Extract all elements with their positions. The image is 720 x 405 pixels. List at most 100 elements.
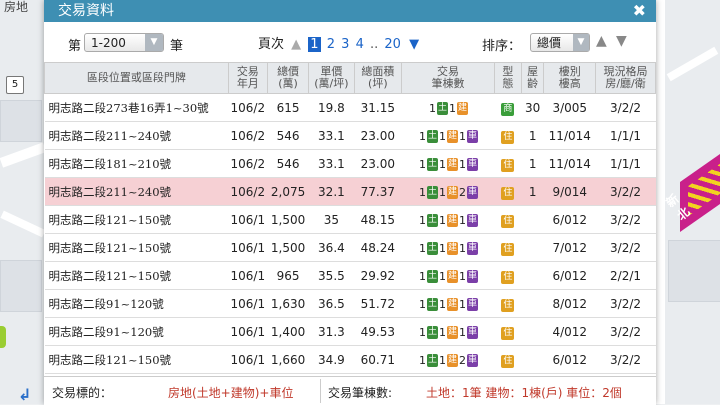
date-cell: 106/1 bbox=[228, 289, 268, 318]
parking-badge-count: 2 bbox=[459, 353, 467, 367]
back-arrow-icon[interactable]: ↲ bbox=[18, 385, 31, 404]
area-cell: 77.37 bbox=[354, 177, 402, 206]
target-label: 交易標的： bbox=[52, 386, 113, 400]
age-cell: 1 bbox=[521, 121, 544, 150]
table-row[interactable]: 明志路二段181~210號 106/2 546 33.1 23.00 1 土 1 建 1 車住 1 11… bbox=[44, 149, 656, 178]
land-badge-count: 1 bbox=[419, 353, 427, 367]
age-cell: 1 bbox=[521, 177, 544, 206]
table-row[interactable]: 明志路二段121~150號 106/1 965 35.5 29.92 1 土 1 建 1 車住 6/0… bbox=[44, 261, 656, 290]
map-block bbox=[0, 100, 42, 142]
address-cell: 明志路二段211~240號 bbox=[44, 177, 229, 206]
parking-badge-count: 1 bbox=[459, 241, 467, 255]
floor-cell: 6/012 bbox=[543, 261, 596, 290]
close-icon[interactable]: ✖ bbox=[633, 0, 646, 22]
building-badge-count: 1 bbox=[439, 157, 447, 171]
property-type-badge: 住 bbox=[501, 354, 515, 368]
layout-cell: 3/2/2 bbox=[595, 205, 656, 234]
map-marker[interactable]: 5 bbox=[6, 76, 24, 94]
page-link[interactable]: 4 bbox=[356, 37, 364, 52]
date-cell: 106/2 bbox=[228, 93, 268, 122]
column-header: 型 態 bbox=[493, 62, 522, 94]
address-cell: 明志路二段121~150號 bbox=[44, 233, 229, 262]
land-badge-count: 1 bbox=[419, 297, 427, 311]
parking-badge-icon: 車 bbox=[467, 353, 479, 367]
floor-cell: 9/014 bbox=[543, 177, 596, 206]
layout-cell: 3/2/2 bbox=[595, 345, 656, 374]
land-badge-icon: 土 bbox=[427, 269, 439, 283]
land-badge-icon: 土 bbox=[427, 185, 439, 199]
page-ellipsis: .. bbox=[369, 37, 379, 52]
age-cell: 1 bbox=[521, 149, 544, 178]
table-row[interactable]: 明志路二段91~120號 106/1 1,400 31.3 49.53 1 土 1 建 1 車住 4/… bbox=[44, 317, 656, 346]
unit-price-cell: 35.5 bbox=[308, 261, 355, 290]
table-row[interactable]: 明志路二段121~150號 106/1 1,500 36.4 48.24 1 土 1 建 1 車住 7… bbox=[44, 233, 656, 262]
building-badge-count: 1 bbox=[449, 101, 457, 115]
sort-desc-icon[interactable]: ▼ bbox=[616, 33, 627, 49]
total-price-cell: 1,500 bbox=[267, 205, 309, 234]
count-cell: 1土1建1車 bbox=[401, 121, 495, 150]
land-badge-icon: 土 bbox=[427, 129, 439, 143]
table-row[interactable]: 明志路二段211~240號 106/2 2,075 32.1 77.37 1 土 1 建 2 車住 1… bbox=[44, 177, 656, 206]
parking-badge-count: 1 bbox=[459, 213, 467, 227]
column-header: 總面積 (坪) bbox=[353, 62, 403, 94]
unit-price-cell: 33.1 bbox=[308, 149, 355, 178]
land-badge-count: 1 bbox=[419, 157, 427, 171]
map-green-marker[interactable] bbox=[0, 326, 6, 348]
parking-badge-icon: 車 bbox=[467, 129, 479, 143]
address-cell: 明志路二段121~150號 bbox=[44, 345, 229, 374]
page-current[interactable]: 1 bbox=[308, 37, 321, 52]
address-cell: 明志路二段181~210號 bbox=[44, 149, 229, 178]
land-badge-icon: 土 bbox=[437, 101, 449, 115]
sort-select[interactable]: 總價 ▼ bbox=[530, 33, 590, 52]
column-header: 總價 (萬) bbox=[266, 62, 310, 94]
property-type-badge: 住 bbox=[501, 130, 515, 144]
age-cell bbox=[521, 233, 544, 262]
sort-asc-icon[interactable]: ▲ bbox=[596, 33, 607, 49]
column-header: 單價 (萬/坪) bbox=[308, 62, 355, 94]
area-cell: 51.72 bbox=[354, 289, 402, 318]
type-cell: 商 bbox=[494, 93, 522, 122]
page-link-last[interactable]: 20 bbox=[384, 37, 401, 52]
per-page-suffix: 筆 bbox=[170, 39, 184, 54]
table-row[interactable]: 明志路二段121~150號 106/1 1,500 35 48.15 1 土 1 建 1 車住 6/0… bbox=[44, 205, 656, 234]
table-row[interactable]: 明志路二段121~150號 106/1 1,660 34.9 60.71 1 土 1 建 2 車住 6… bbox=[44, 345, 656, 374]
unit-price-cell: 33.1 bbox=[308, 121, 355, 150]
type-cell: 住 bbox=[494, 261, 522, 290]
table-row[interactable]: 明志路二段91~120號 106/1 1,630 36.5 51.72 1 土 1 建 1 車住 8/… bbox=[44, 289, 656, 318]
area-cell: 48.24 bbox=[354, 233, 402, 262]
land-badge-count: 1 bbox=[419, 129, 427, 143]
layout-cell: 1/1/1 bbox=[595, 149, 656, 178]
building-badge-icon: 建 bbox=[447, 325, 459, 339]
parking-badge-icon: 車 bbox=[467, 157, 479, 171]
building-badge-count: 1 bbox=[439, 185, 447, 199]
type-cell: 住 bbox=[494, 345, 522, 374]
count-cell: 1土1建1車 bbox=[401, 149, 495, 178]
count-cell: 1土1建2車 bbox=[401, 345, 495, 374]
total-price-cell: 1,660 bbox=[267, 345, 309, 374]
date-cell: 106/2 bbox=[228, 121, 268, 150]
next-page-icon[interactable]: ▼ bbox=[409, 37, 419, 52]
date-cell: 106/1 bbox=[228, 233, 268, 262]
count-cell: 1土1建1車 bbox=[401, 205, 495, 234]
map-road bbox=[655, 0, 665, 404]
area-cell: 29.92 bbox=[354, 261, 402, 290]
date-cell: 106/1 bbox=[228, 205, 268, 234]
building-badge-icon: 建 bbox=[447, 241, 459, 255]
area-cell: 23.00 bbox=[354, 121, 402, 150]
parking-badge-count: 1 bbox=[459, 129, 467, 143]
prev-page-icon[interactable]: ▲ bbox=[291, 37, 301, 52]
column-header: 樓別 樓高 bbox=[543, 62, 597, 94]
total-price-cell: 1,500 bbox=[267, 233, 309, 262]
page-link[interactable]: 2 bbox=[327, 37, 335, 52]
table-row[interactable]: 明志路二段273巷16弄1~30號 106/2 615 19.8 31.15 1 土 1 建商 3… bbox=[44, 93, 656, 122]
table-row[interactable]: 明志路二段211~240號 106/2 546 33.1 23.00 1 土 1 建 1 車住 1 11… bbox=[44, 121, 656, 150]
page-link[interactable]: 3 bbox=[341, 37, 349, 52]
unit-price-cell: 19.8 bbox=[308, 93, 355, 122]
column-header: 交易 筆棟數 bbox=[401, 62, 495, 94]
address-cell: 明志路二段273巷16弄1~30號 bbox=[44, 93, 229, 122]
count-cell: 1土1建1車 bbox=[401, 261, 495, 290]
land-badge-count: 1 bbox=[419, 185, 427, 199]
per-page-select[interactable]: 1-200 ▼ bbox=[84, 33, 164, 52]
count-cell: 1土1建1車 bbox=[401, 233, 495, 262]
property-type-badge: 住 bbox=[501, 326, 515, 340]
